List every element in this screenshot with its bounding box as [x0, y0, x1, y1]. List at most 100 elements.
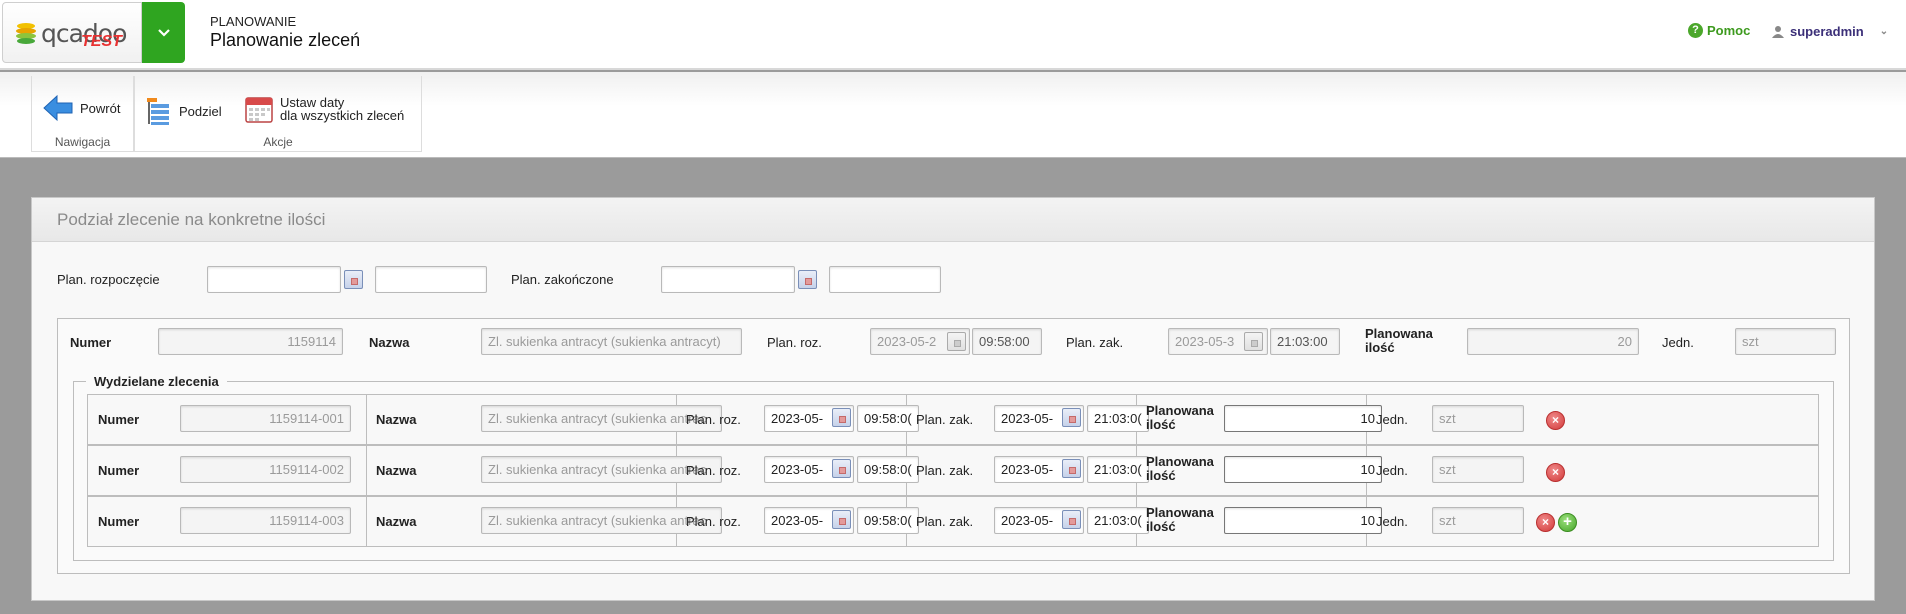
order-number-label: Numer	[70, 335, 112, 350]
sub-order-end-label: Plan. zak.	[916, 412, 974, 427]
sub-order-qty-label-line1: Planowana	[1146, 454, 1214, 469]
coin-stack-icon	[16, 23, 36, 44]
back-button-label: Powrót	[80, 100, 121, 116]
sub-order-start-time-input[interactable]: 09:58:0(	[857, 405, 919, 432]
sub-order-start-time-input[interactable]: 09:58:0(	[857, 507, 919, 534]
user-menu[interactable]: superadmin ⌄	[1772, 24, 1888, 39]
sub-order-qty-label-line2: ilość	[1146, 417, 1176, 432]
sub-order-unit-field: szt	[1432, 456, 1524, 483]
sub-order-unit-field: szt	[1432, 507, 1524, 534]
calendar-icon	[1244, 332, 1263, 351]
chevron-down-icon: ⌄	[1879, 26, 1889, 37]
sub-order-end-time-input[interactable]: 21:03:0(	[1087, 507, 1149, 534]
order-qty-label: Planowana ilość	[1365, 327, 1433, 355]
add-row-icon[interactable]: +	[1558, 513, 1577, 532]
order-start-time-field: 09:58:00	[972, 328, 1042, 355]
sub-order-end-time-input[interactable]: 21:03:0(	[1087, 456, 1149, 483]
order-start-label: Plan. roz.	[767, 335, 822, 350]
sub-order-row: Numer 1159114-003 Nazwa Zl. sukienka ant…	[87, 496, 1819, 547]
plan-start-label: Plan. rozpoczęcie	[57, 272, 160, 287]
help-link[interactable]: ? Pomoc	[1688, 23, 1750, 38]
main-menu-toggle-button[interactable]	[142, 2, 185, 63]
sub-order-qty-label-line2: ilość	[1146, 468, 1176, 483]
split-button-label: Podziel	[179, 103, 222, 119]
back-arrow-icon	[43, 94, 73, 122]
sub-order-unit-label: Jedn.	[1376, 463, 1408, 478]
sub-order-qty-label-line1: Planowana	[1146, 505, 1214, 520]
sub-order-start-label: Plan. roz.	[686, 514, 741, 529]
help-label: Pomoc	[1707, 23, 1751, 38]
panel-title: Podział zlecenie na konkretne ilości	[32, 198, 1874, 242]
sub-order-number-field: 1159114-001	[180, 405, 351, 432]
plan-end-date-input[interactable]	[661, 266, 795, 293]
column-divider	[366, 497, 367, 546]
column-divider	[366, 395, 367, 444]
order-qty-label-line2: ilość	[1365, 340, 1395, 355]
sub-order-row: Numer 1159114-001 Nazwa Zl. sukienka ant…	[87, 394, 1819, 445]
toolbar-group-actions: Podziel Ustaw daty dla wszystkich zleceń…	[134, 76, 422, 152]
remove-row-icon[interactable]: ×	[1536, 513, 1555, 532]
back-button[interactable]: Powrót	[42, 93, 120, 123]
calendar-icon[interactable]	[344, 270, 363, 289]
set-dates-all-button[interactable]: Ustaw daty dla wszystkich zleceń	[244, 94, 404, 124]
user-icon	[1772, 26, 1784, 38]
toolbar-group-navigation: Powrót Nawigacja	[31, 76, 134, 152]
sub-order-qty-input[interactable]: 10	[1224, 456, 1382, 483]
sub-order-qty-label-line2: ilość	[1146, 519, 1176, 534]
order-qty-label-line1: Planowana	[1365, 326, 1433, 341]
sub-order-qty-label: Planowana ilość	[1146, 506, 1214, 534]
logo-badge: TEST	[81, 33, 122, 50]
calendar-icon	[245, 97, 273, 123]
sub-order-unit-label: Jedn.	[1376, 514, 1408, 529]
breadcrumb-section: PLANOWANIE	[210, 14, 297, 29]
sub-order-qty-input[interactable]: 10	[1224, 507, 1382, 534]
source-order-box: Numer 1159114 Nazwa Zl. sukienka antracy…	[57, 318, 1850, 574]
sub-order-end-label: Plan. zak.	[916, 463, 974, 478]
order-unit-label: Jedn.	[1662, 335, 1694, 350]
calendar-icon[interactable]	[832, 510, 851, 529]
sub-order-qty-label: Planowana ilość	[1146, 404, 1214, 432]
user-name: superadmin	[1790, 24, 1864, 39]
plan-start-date-input[interactable]	[207, 266, 341, 293]
toolbar-group-label: Nawigacja	[54, 135, 111, 149]
calendar-icon[interactable]	[1062, 408, 1081, 427]
sub-order-qty-input[interactable]: 10	[1224, 405, 1382, 432]
remove-row-icon[interactable]: ×	[1546, 463, 1565, 482]
set-dates-label-line2: dla wszystkich zleceń	[280, 108, 405, 123]
calendar-icon[interactable]	[832, 408, 851, 427]
order-name-field: Zl. sukienka antracyt (sukienka antracyt…	[481, 328, 742, 355]
remove-row-icon[interactable]: ×	[1546, 411, 1565, 430]
order-number-field: 1159114	[158, 328, 343, 355]
ribbon-toolbar: Powrót Nawigacja Podziel Ustaw daty dla …	[0, 72, 1906, 158]
plan-end-time-input[interactable]	[829, 266, 941, 293]
split-button[interactable]: Podziel	[145, 96, 222, 126]
sub-order-number-label: Numer	[98, 514, 140, 529]
calendar-icon[interactable]	[1062, 459, 1081, 478]
sub-order-unit-field: szt	[1432, 405, 1524, 432]
sub-order-row: Numer 1159114-002 Nazwa Zl. sukienka ant…	[87, 445, 1819, 496]
calendar-icon[interactable]	[832, 459, 851, 478]
sub-order-unit-label: Jedn.	[1376, 412, 1408, 427]
sub-orders-fieldset: Wydzielane zlecenia Numer 1159114-001 Na…	[73, 374, 1834, 561]
app-logo[interactable]: qcadoo TEST	[2, 2, 142, 63]
calendar-icon[interactable]	[1062, 510, 1081, 529]
sub-order-name-label: Nazwa	[376, 463, 417, 478]
toolbar-group-label: Akcje	[263, 135, 293, 149]
help-icon: ?	[1688, 23, 1703, 38]
plan-end-label: Plan. zakończone	[511, 272, 614, 287]
sub-order-number-field: 1159114-002	[180, 456, 351, 483]
split-list-icon	[147, 98, 169, 125]
order-end-time-field: 21:03:00	[1270, 328, 1340, 355]
sub-order-name-label: Nazwa	[376, 514, 417, 529]
sub-order-number-label: Numer	[98, 463, 140, 478]
page-title: Planowanie zleceń	[210, 30, 361, 50]
calendar-icon[interactable]	[798, 270, 817, 289]
sub-order-start-time-input[interactable]: 09:58:0(	[857, 456, 919, 483]
calendar-icon	[947, 332, 966, 351]
sub-order-end-time-input[interactable]: 21:03:0(	[1087, 405, 1149, 432]
order-qty-field: 20	[1467, 328, 1639, 355]
sub-order-name-label: Nazwa	[376, 412, 417, 427]
sub-order-number-label: Numer	[98, 412, 140, 427]
plan-start-time-input[interactable]	[375, 266, 487, 293]
chevron-down-icon	[157, 28, 170, 37]
